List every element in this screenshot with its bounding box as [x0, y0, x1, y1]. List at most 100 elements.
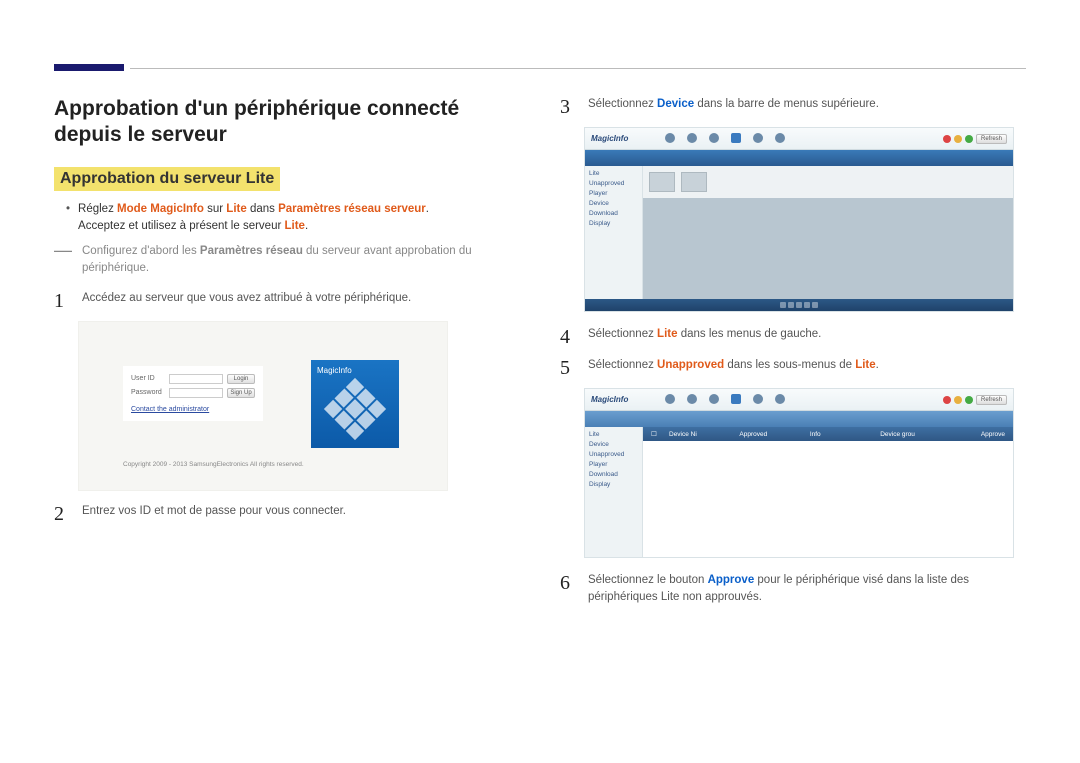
right-column: 3 Sélectionnez Device dans la barre de m… — [560, 96, 1026, 723]
sidebar-item[interactable]: Download — [589, 210, 638, 217]
app-main-area: ☐ Device Ni Approved Info Device grou Ap… — [643, 427, 1013, 557]
step-6: 6 Sélectionnez le bouton Approve pour le… — [560, 572, 1026, 607]
step-number: 5 — [560, 357, 574, 378]
table-header: ☐ Device Ni Approved Info Device grou Ap… — [643, 427, 1013, 441]
step-2: 2 Entrez vos ID et mot de passe pour vou… — [54, 503, 520, 524]
app-sidebar: Lite Device Unapproved Player Download D… — [585, 427, 643, 557]
menu-icon[interactable] — [664, 394, 676, 406]
section-heading: Approbation du serveur Lite — [54, 167, 280, 191]
step-number: 1 — [54, 290, 68, 311]
device-thumbnail[interactable] — [681, 172, 707, 192]
page-title: Approbation d'un périphérique connecté d… — [54, 96, 520, 149]
bullet-item: • Réglez Mode MagicInfo sur Lite dans Pa… — [66, 201, 520, 236]
login-panel: User ID Login Password Sign Up Contact t… — [123, 366, 263, 421]
signup-button[interactable]: Sign Up — [227, 388, 255, 398]
th: Device Ni — [661, 431, 731, 438]
th: Approved — [731, 431, 801, 438]
status-green-icon — [965, 135, 973, 143]
menu-icon[interactable] — [774, 133, 786, 145]
app-screenshot-unapproved: MagicInfo Refresh — [584, 388, 1014, 558]
menu-icon[interactable] — [774, 394, 786, 406]
bullet-dot-icon: • — [66, 201, 70, 218]
sidebar-item[interactable]: Player — [589, 461, 638, 468]
sidebar-item[interactable]: Device — [589, 441, 638, 448]
top-menu-icons — [664, 394, 786, 406]
step-number: 6 — [560, 572, 574, 593]
th: Device grou — [872, 431, 942, 438]
step-5: 5 Sélectionnez Unapproved dans les sous-… — [560, 357, 1026, 378]
sidebar-item[interactable]: Device — [589, 200, 638, 207]
app-main-area — [643, 166, 1013, 299]
sidebar-item[interactable]: Download — [589, 471, 638, 478]
step-3: 3 Sélectionnez Device dans la barre de m… — [560, 96, 1026, 117]
step-number: 3 — [560, 96, 574, 117]
status-lights: Refresh — [943, 134, 1007, 144]
note-dash-icon: ― — [54, 243, 72, 257]
refresh-button[interactable]: Refresh — [976, 395, 1007, 405]
status-red-icon — [943, 396, 951, 404]
th-checkbox[interactable]: ☐ — [643, 430, 661, 438]
app-screenshot-device: MagicInfo Refresh — [584, 127, 1014, 312]
menu-icon[interactable] — [752, 394, 764, 406]
menu-icon[interactable] — [686, 133, 698, 145]
note-text: Configurez d'abord les Paramètres réseau… — [82, 243, 520, 278]
top-menu-icons — [664, 133, 786, 145]
status-green-icon — [965, 396, 973, 404]
app-body: Lite Device Unapproved Player Download D… — [585, 427, 1013, 557]
status-red-icon — [943, 135, 951, 143]
login-button[interactable]: Login — [227, 374, 255, 384]
device-menu-icon[interactable] — [730, 133, 742, 145]
app-logo: MagicInfo — [591, 395, 628, 404]
app-subbar — [585, 411, 1013, 427]
step-4: 4 Sélectionnez Lite dans les menus de ga… — [560, 326, 1026, 347]
app-sidebar: Lite Unapproved Player Device Download D… — [585, 166, 643, 299]
menu-icon[interactable] — [708, 394, 720, 406]
login-screenshot: User ID Login Password Sign Up Contact t… — [78, 321, 448, 491]
menu-icon[interactable] — [708, 133, 720, 145]
menu-icon[interactable] — [752, 133, 764, 145]
note-row: ― Configurez d'abord les Paramètres rése… — [54, 243, 520, 278]
left-column: Approbation d'un périphérique connecté d… — [54, 96, 520, 723]
sidebar-item[interactable]: Lite — [589, 170, 638, 177]
header-accent — [54, 64, 124, 71]
refresh-button[interactable]: Refresh — [976, 134, 1007, 144]
password-input[interactable] — [169, 388, 223, 398]
bullet-text: Réglez Mode MagicInfo sur Lite dans Para… — [78, 201, 429, 236]
status-yellow-icon — [954, 135, 962, 143]
status-yellow-icon — [954, 396, 962, 404]
step-text: Entrez vos ID et mot de passe pour vous … — [82, 503, 520, 520]
app-topbar: MagicInfo Refresh — [585, 389, 1013, 411]
sidebar-item[interactable]: Display — [589, 481, 638, 488]
app-footer — [585, 299, 1013, 311]
menu-icon[interactable] — [686, 394, 698, 406]
th-approve: Approve — [943, 431, 1013, 438]
status-lights: Refresh — [943, 395, 1007, 405]
th: Info — [802, 431, 872, 438]
copyright-text: Copyright 2009 - 2013 SamsungElectronics… — [123, 461, 304, 468]
app-logo: MagicInfo — [591, 134, 628, 143]
step-1: 1 Accédez au serveur que vous avez attri… — [54, 290, 520, 311]
diamond-grid-icon — [324, 378, 386, 440]
app-topbar: MagicInfo Refresh — [585, 128, 1013, 150]
menu-icon[interactable] — [664, 133, 676, 145]
device-menu-icon[interactable] — [730, 394, 742, 406]
contact-admin-link[interactable]: Contact the administrator — [131, 406, 255, 413]
sidebar-item[interactable]: Player — [589, 190, 638, 197]
page-content: Approbation d'un périphérique connecté d… — [54, 96, 1026, 723]
step-text: Sélectionnez le bouton Approve pour le p… — [588, 572, 1026, 607]
device-thumbnail[interactable] — [649, 172, 675, 192]
brand-tile: MagicInfo — [311, 360, 399, 448]
step-number: 4 — [560, 326, 574, 347]
sidebar-item[interactable]: Display — [589, 220, 638, 227]
sidebar-item-unapproved[interactable]: Unapproved — [589, 451, 638, 458]
app-body: Lite Unapproved Player Device Download D… — [585, 166, 1013, 299]
user-id-input[interactable] — [169, 374, 223, 384]
step-text: Sélectionnez Device dans la barre de men… — [588, 96, 1026, 113]
sidebar-item[interactable]: Unapproved — [589, 180, 638, 187]
header-divider — [130, 68, 1026, 69]
step-text: Sélectionnez Unapproved dans les sous-me… — [588, 357, 1026, 374]
brand-tile-title: MagicInfo — [317, 366, 352, 375]
step-text: Sélectionnez Lite dans les menus de gauc… — [588, 326, 1026, 343]
sidebar-item-lite[interactable]: Lite — [589, 431, 638, 438]
user-id-label: User ID — [131, 375, 165, 382]
